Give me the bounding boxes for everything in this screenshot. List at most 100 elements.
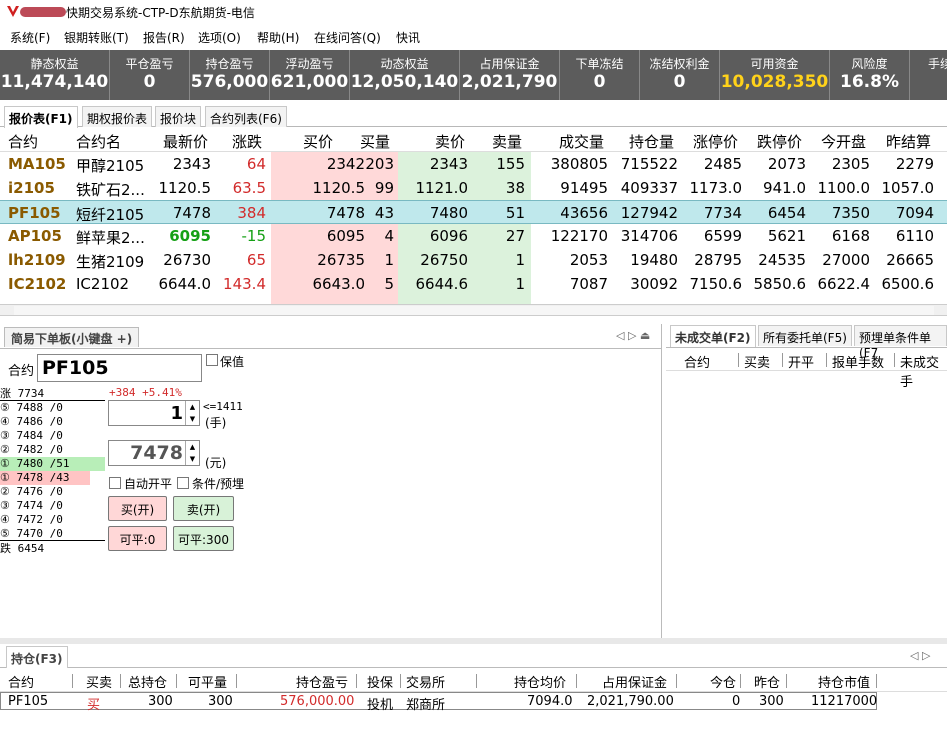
condition-order-label: 条件/预埋 [192,477,245,491]
col-pos-exchange[interactable]: 交易所 [406,672,445,691]
horizontal-scrollbar[interactable] [0,304,947,316]
stat-risk-ratio: 风险度 16.8% [830,50,910,100]
menu-help[interactable]: 帮助(H) [257,29,299,46]
bid-level-2[interactable]: ② 7476 /0 [0,485,105,499]
account-stats-bar: 静态权益 11,474,140 平仓盈亏 0 持仓盈亏 576,000 浮动盈亏 621… [0,50,947,100]
menu-bank-transfer[interactable]: 银期转账(T) [64,29,129,46]
quote-row-selected[interactable]: PF105 短纤2105 7478 384 7478 43 7480 51 43… [0,200,947,224]
col-pos-market-value[interactable]: 持仓市值 [818,672,870,691]
quote-row[interactable]: i2105 铁矿石2... 1120.5 63.5 1120.5 99 1121… [0,176,947,200]
stat-fee: 手续 [927,57,947,71]
col-pos-hedge[interactable]: 投保 [367,672,393,691]
limit-down-price[interactable]: 跌 6454 [0,542,105,556]
quantity-input[interactable]: 1 ▲ ▼ [108,400,200,426]
col-order-offset[interactable]: 开平 [788,352,814,371]
col-ask-vol[interactable]: 卖量 [492,131,522,152]
stat-dynamic-equity: 动态权益 12,050,140 [350,50,460,100]
buy-open-button[interactable]: 买(开) [108,496,167,521]
quote-row-partial [0,296,947,304]
orders-panel: 未成交单(F2) 所有委托单(F5) 预埋单条件单(F7 合约 买卖 开平 报单… [666,324,947,638]
position-row[interactable]: PF105 买 300 300 576,000.00 投机 郑商所 7094.0… [0,692,877,713]
col-bid[interactable]: 买价 [303,131,333,152]
col-pos-margin[interactable]: 占用保证金 [602,672,667,691]
stat-order-frozen: 下单冻结 0 [560,50,640,100]
quantity-spinner-icon[interactable]: ▲ ▼ [185,401,199,425]
tab-quote-table[interactable]: 报价表(F1) [4,106,78,128]
col-ask[interactable]: 卖价 [435,131,465,152]
col-open-interest[interactable]: 持仓量 [629,131,674,152]
quote-row[interactable]: IC2102 IC2102 6644.0 143.4 6643.0 5 6644… [0,272,947,296]
col-contract[interactable]: 合约 [8,131,38,152]
quote-row[interactable]: MA105 甲醇2105 2343 64 2342 203 2343 155 3… [0,152,947,176]
tab-option-quote[interactable]: 期权报价表 [82,106,153,127]
auto-open-close-checkbox[interactable] [109,477,121,489]
bid-level-3[interactable]: ③ 7474 /0 [0,499,105,513]
col-volume[interactable]: 成交量 [559,131,604,152]
ask-level-5[interactable]: ⑤ 7488 /0 [0,401,105,415]
col-pos-today[interactable]: 今仓 [710,672,736,691]
tab-pending-orders[interactable]: 未成交单(F2) [670,325,756,347]
col-name[interactable]: 合约名 [76,131,121,152]
col-pos-side[interactable]: 买卖 [86,672,112,691]
col-open[interactable]: 今开盘 [821,131,866,152]
tab-preset-orders[interactable]: 预埋单条件单(F7 [854,325,947,360]
bid-level-4[interactable]: ④ 7472 /0 [0,513,105,527]
tab-simple-order[interactable]: 简易下单板(小键盘 +) [4,327,140,347]
col-pos-available[interactable]: 可平量 [188,672,227,691]
col-pos-contract[interactable]: 合约 [8,672,34,691]
close-buy-button[interactable]: 可平:0 [108,526,167,551]
tab-all-orders[interactable]: 所有委托单(F5) [758,325,852,346]
menu-system[interactable]: 系统(F) [10,29,50,46]
condition-order-checkbox[interactable] [177,477,189,489]
col-limit-up[interactable]: 涨停价 [693,131,738,152]
menu-news[interactable]: 快讯 [396,29,420,46]
limit-up-price[interactable]: 涨 7734 [0,387,105,401]
col-order-side[interactable]: 买卖 [744,352,770,371]
quote-row[interactable]: lh2109 生猪2109 26730 65 26735 1 26750 1 2… [0,248,947,272]
ask-level-3[interactable]: ③ 7484 /0 [0,429,105,443]
position-tab-bar: 持仓(F3) ◁ ▷ [0,644,947,668]
price-input[interactable]: 7478 ▲ ▼ [108,440,200,466]
close-sell-button[interactable]: 可平:300 [173,526,234,551]
bid-level-1[interactable]: ① 7478 /43 [0,471,90,485]
ask-level-4[interactable]: ④ 7486 /0 [0,415,105,429]
contract-input[interactable]: PF105 [37,354,202,382]
title-bar: 快期交易系统-CTP-D东航期货-电信 [0,0,947,24]
quote-row[interactable]: AP105 鲜苹果2... 6095 -15 6095 4 6096 27 12… [0,224,947,248]
quantity-unit: (手) [205,416,227,430]
col-last[interactable]: 最新价 [163,131,208,152]
col-pre-settle[interactable]: 昨结算 [886,131,931,152]
menu-report[interactable]: 报告(R) [143,29,185,46]
stat-available-funds: 可用资金 10,028,350 [720,50,830,100]
col-limit-down[interactable]: 跌停价 [757,131,802,152]
col-order-unfilled[interactable]: 未成交手 [900,352,947,390]
tab-positions[interactable]: 持仓(F3) [6,646,68,668]
ask-level-1[interactable]: ① 7480 /51 [0,457,105,471]
hedge-checkbox[interactable] [206,354,218,366]
price-spinner-icon[interactable]: ▲ ▼ [185,441,199,465]
col-pos-avg-price[interactable]: 持仓均价 [514,672,566,691]
window-title: 快期交易系统-CTP-D东航期货-电信 [66,6,255,20]
col-change[interactable]: 涨跌 [232,131,262,152]
stat-static-equity: 静态权益 11,474,140 [0,50,110,100]
stat-float-pnl: 浮动盈亏 621,000 [270,50,350,100]
tab-contract-list[interactable]: 合约列表(F6) [205,106,287,127]
col-bid-vol[interactable]: 买量 [360,131,390,152]
menu-online-qa[interactable]: 在线问答(Q) [314,29,381,46]
position-table-header: 合约 买卖 总持仓 可平量 持仓盈亏 投保 交易所 持仓均价 占用保证金 今仓 … [0,670,947,692]
position-nav-arrows-icon[interactable]: ◁ ▷ [910,649,930,662]
ask-level-2[interactable]: ② 7482 /0 [0,443,105,457]
menu-options[interactable]: 选项(O) [198,29,241,46]
col-pos-total[interactable]: 总持仓 [128,672,167,691]
col-pos-pnl[interactable]: 持仓盈亏 [296,672,348,691]
tab-quote-block[interactable]: 报价块 [155,106,202,127]
order-panel: 简易下单板(小键盘 +) ◁ ▷ ⏏ 合约 PF105 保值 涨 7734 ⑤ … [0,324,662,638]
contract-label: 合约 [8,364,35,379]
bid-level-5[interactable]: ⑤ 7470 /0 [0,527,105,541]
sell-open-button[interactable]: 卖(开) [173,496,234,521]
col-pos-yesterday[interactable]: 昨仓 [754,672,780,691]
change-text: +384 +5.41% [109,386,182,399]
nav-arrows-icon[interactable]: ◁ ▷ ⏏ [616,329,650,342]
col-order-qty[interactable]: 报单手数 [832,352,884,371]
col-order-contract[interactable]: 合约 [684,352,710,371]
